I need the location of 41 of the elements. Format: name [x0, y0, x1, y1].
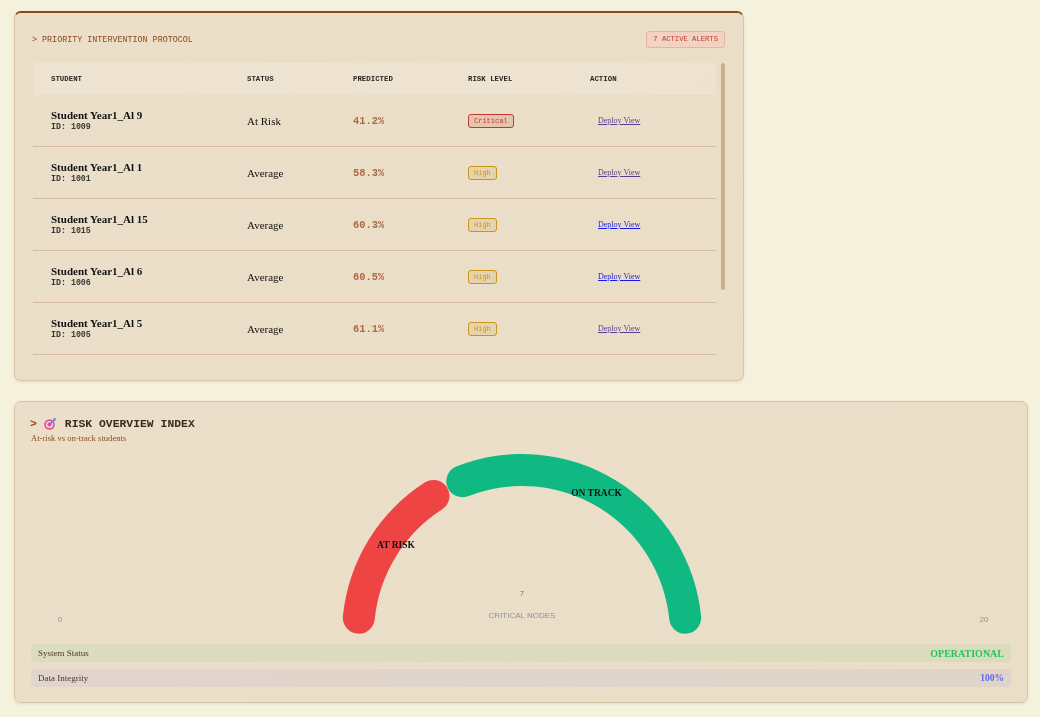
deploy-view-link[interactable]: Deploy View [598, 324, 641, 333]
student-id: ID: 1005 [51, 330, 92, 340]
status-text: Average [247, 166, 285, 179]
student-name: Student Year1_Al 15 [51, 213, 149, 226]
predicted-score: 58.3% [353, 166, 386, 179]
panel-title: RISK OVERVIEW INDEX [64, 418, 195, 430]
critical-count: 7 [519, 589, 525, 599]
student-id: ID: 1006 [51, 278, 92, 288]
predicted-score: 60.5% [353, 270, 386, 283]
predicted-score: 60.3% [353, 218, 386, 231]
student-id: ID: 1015 [51, 226, 92, 236]
student-name: Student Year1_Al 6 [51, 265, 144, 278]
deploy-view-link[interactable]: Deploy View [598, 272, 641, 281]
status-text: Average [247, 322, 285, 335]
scale-label: 0 [57, 615, 63, 625]
predicted-score: 61.1% [353, 322, 386, 335]
status-label: System Status [38, 648, 89, 658]
scale-label: 20 [979, 615, 989, 625]
status-text: Average [247, 270, 285, 283]
deploy-view-link[interactable]: Deploy View [598, 168, 641, 177]
status-text: At Risk [247, 114, 282, 127]
predicted-score: 41.2% [353, 114, 386, 127]
student-name: Student Year1_Al 1 [51, 161, 144, 174]
deploy-view-link[interactable]: Deploy View [598, 220, 641, 229]
status-label: Data Integrity [38, 673, 89, 683]
target-icon [43, 418, 56, 430]
gauge-label: ON TRACK [571, 488, 622, 499]
status-value: OPERATIONAL [930, 647, 1004, 659]
prompt-symbol: > [30, 418, 37, 430]
student-id: ID: 1001 [51, 174, 92, 184]
scrollbar-thumb[interactable] [721, 63, 725, 290]
deploy-view-link[interactable]: Deploy View [598, 116, 641, 125]
gauge-label: AT RISK [377, 539, 415, 550]
student-name: Student Year1_Al 5 [51, 317, 144, 330]
status-text: Average [247, 218, 285, 231]
student-name: Student Year1_Al 9 [51, 109, 144, 122]
center-caption: CRITICAL NODES [488, 611, 556, 621]
panel-subtitle: At-risk vs on-track students [31, 432, 128, 444]
panel-title: > PRIORITY INTERVENTION PROTOCOL [32, 34, 193, 45]
student-id: ID: 1009 [51, 122, 92, 132]
status-value: 100% [980, 673, 1004, 683]
